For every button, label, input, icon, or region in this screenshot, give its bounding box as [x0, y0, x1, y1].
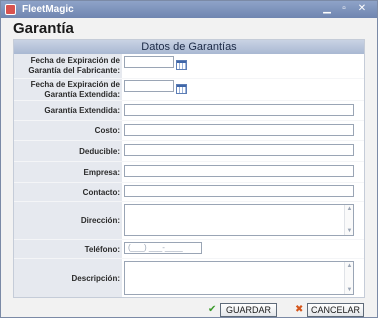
minimize-icon[interactable]: ▁: [321, 3, 333, 15]
field-label-contacto: Contacto:: [82, 188, 120, 197]
check-icon: ✔: [208, 304, 217, 315]
x-icon: ✖: [295, 304, 304, 315]
field-label-empresa: Empresa:: [83, 168, 120, 177]
scrollbar[interactable]: ▲ ▼: [344, 262, 353, 294]
cancel-button[interactable]: CANCELAR: [307, 303, 364, 317]
scroll-up-icon[interactable]: ▲: [346, 206, 353, 212]
field-label-fecha-extendida: Fecha de Expiración de Garantía Extendid…: [30, 80, 120, 99]
scroll-down-icon[interactable]: ▼: [346, 228, 353, 234]
costo-input[interactable]: [124, 124, 354, 136]
page-title: Garantía: [13, 20, 74, 37]
dialog-window: FleetMagic ▁ ▫ ✕ Garantía Datos de Garan…: [0, 0, 378, 318]
empresa-input[interactable]: [124, 165, 354, 177]
scroll-up-icon[interactable]: ▲: [346, 263, 353, 269]
fecha-extendida-input[interactable]: [124, 80, 174, 92]
descripcion-textarea[interactable]: ▲ ▼: [124, 261, 354, 295]
calendar-icon[interactable]: [176, 60, 187, 70]
field-label-direccion: Dirección:: [80, 216, 120, 225]
scroll-down-icon[interactable]: ▼: [346, 287, 353, 293]
window-title: FleetMagic: [22, 4, 74, 15]
contacto-input[interactable]: [124, 185, 354, 197]
garantia-extendida-input[interactable]: [124, 104, 354, 116]
deducible-input[interactable]: [124, 144, 354, 156]
field-label-garantia-extendida: Garantía Extendida:: [44, 106, 120, 115]
save-button[interactable]: GUARDAR: [220, 303, 277, 317]
field-label-descripcion: Descripción:: [71, 274, 120, 283]
close-icon[interactable]: ✕: [356, 3, 368, 15]
app-icon: [5, 4, 16, 15]
direccion-textarea[interactable]: ▲ ▼: [124, 204, 354, 236]
fecha-fabricante-input[interactable]: [124, 56, 174, 68]
title-bar[interactable]: FleetMagic ▁ ▫ ✕: [1, 1, 377, 18]
telefono-input[interactable]: (___) ___-____: [124, 242, 202, 254]
calendar-icon[interactable]: [176, 84, 187, 94]
section-header: Datos de Garantías: [14, 40, 364, 54]
field-label-costo: Costo:: [94, 126, 120, 135]
restore-icon[interactable]: ▫: [338, 3, 350, 15]
warranty-form-panel: Datos de Garantías Fecha de Expiración d…: [13, 39, 365, 298]
field-label-fecha-fabricante: Fecha de Expiración de Garantía del Fabr…: [28, 56, 120, 75]
field-label-telefono: Teléfono:: [84, 245, 120, 254]
field-label-deducible: Deducible:: [79, 147, 120, 156]
scrollbar[interactable]: ▲ ▼: [344, 205, 353, 235]
